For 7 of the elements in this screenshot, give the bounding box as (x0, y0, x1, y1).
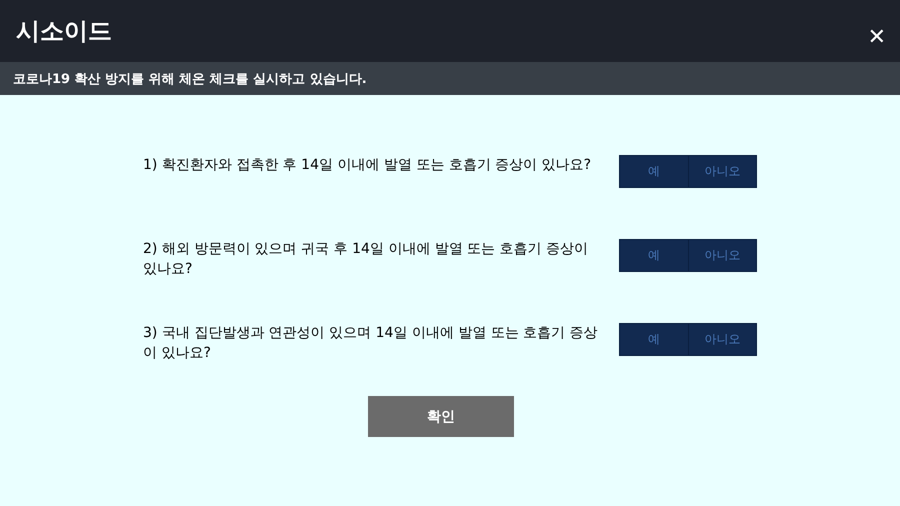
close-button[interactable]: ✕ (868, 24, 886, 50)
question-text: 2) 해외 방문력이 있으며 귀국 후 14일 이내에 발열 또는 호흡기 증상이 있나요? (143, 240, 590, 279)
question-text: 1) 확진환자와 접촉한 후 14일 이내에 발열 또는 호흡기 증상이 있나요? (143, 156, 592, 175)
window-title: 시소이드 (16, 16, 112, 47)
question-text: 3) 국내 집단발생과 연관성이 있으며 14일 이내에 발열 또는 호흡기 증상이 있나요? (143, 324, 598, 363)
notice-text: 코로나19 확산 방지를 위해 체온 체크를 실시하고 있습니다. (13, 70, 367, 88)
confirm-button[interactable]: 확인 (368, 396, 514, 437)
